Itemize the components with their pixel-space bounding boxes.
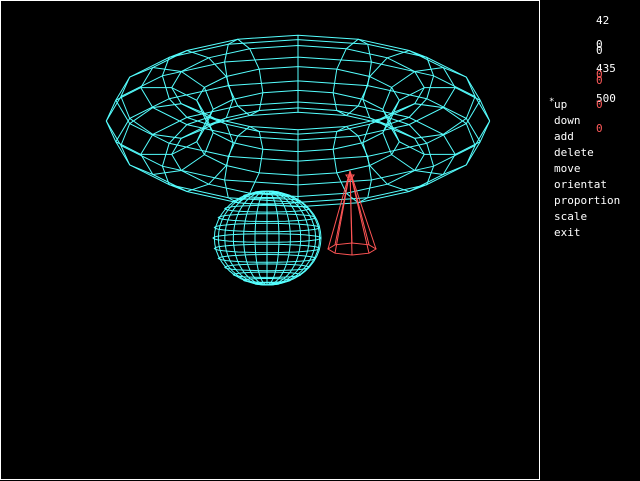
- torus-meridian: [362, 116, 435, 193]
- 3d-viewport[interactable]: [0, 0, 540, 480]
- menu-item-label: down: [554, 114, 581, 127]
- menu-item-label: move: [554, 162, 581, 175]
- menu-item-exit[interactable]: exit: [554, 225, 620, 241]
- menu-item-add[interactable]: add: [554, 129, 620, 145]
- torus-meridian: [161, 49, 234, 126]
- cone-edge: [349, 170, 370, 245]
- menu-item-label: up: [554, 98, 568, 111]
- torus-meridian: [161, 116, 234, 193]
- menu-item-down[interactable]: down: [554, 113, 620, 129]
- menu-item-label: add: [554, 130, 574, 143]
- menu-item-label: scale: [554, 210, 588, 223]
- readout-value: 0: [596, 74, 603, 87]
- menu-item-up[interactable]: * up: [549, 97, 620, 113]
- torus-meridian: [332, 125, 372, 204]
- menu-item-label: delete: [554, 146, 594, 159]
- cone-wireframe[interactable]: [327, 170, 377, 256]
- torus-meridian: [224, 38, 264, 117]
- command-menu: * up down add delete move orientat propo…: [549, 97, 620, 241]
- torus-wireframe[interactable]: [105, 34, 491, 208]
- menu-item-label: orientat: [554, 178, 607, 191]
- torus-meridian: [362, 49, 435, 126]
- menu-item-delete[interactable]: delete: [554, 145, 620, 161]
- menu-item-label: exit: [554, 226, 581, 239]
- side-panel: 42 0 435 0 0 500 0 0 0 * up down add del…: [540, 0, 640, 480]
- sphere-wireframe[interactable]: [212, 190, 322, 286]
- menu-item-orientat[interactable]: orientat: [554, 177, 620, 193]
- menu-cursor-icon: *: [549, 97, 555, 107]
- readout-value: 42: [596, 14, 610, 27]
- menu-item-label: proportion: [554, 194, 621, 207]
- menu-item-move[interactable]: move: [554, 161, 620, 177]
- torus-meridian: [332, 38, 372, 117]
- menu-item-scale[interactable]: scale: [554, 209, 620, 225]
- scene-canvas[interactable]: [1, 1, 541, 481]
- menu-item-proportion[interactable]: proportion: [554, 193, 620, 209]
- cone-edge: [349, 170, 377, 250]
- readout-value: 0: [596, 44, 603, 57]
